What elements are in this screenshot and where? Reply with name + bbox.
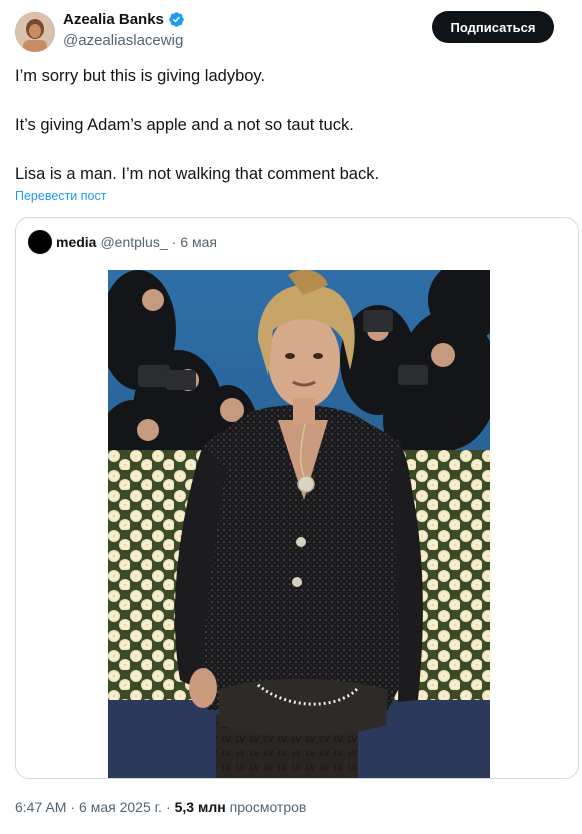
quoted-tweet-header: media @entplus_ · 6 мая	[56, 234, 217, 250]
quoted-author-handle[interactable]: @entplus_	[100, 234, 167, 250]
separator-dot: ·	[70, 799, 76, 815]
quoted-author-name[interactable]: media	[56, 234, 96, 250]
separator-dot: ·	[171, 234, 177, 250]
tweet-date[interactable]: 6 мая 2025 г.	[79, 799, 162, 815]
separator-dot: ·	[165, 799, 171, 815]
author-handle[interactable]: @azealiaslacewig	[63, 32, 183, 49]
quoted-tweet[interactable]: media @entplus_ · 6 мая	[15, 217, 579, 779]
subscribe-button[interactable]: Подписаться	[432, 11, 554, 43]
quoted-author-avatar[interactable]	[28, 230, 52, 254]
verified-badge-icon	[169, 12, 184, 27]
quoted-tweet-photo[interactable]: LV	[108, 270, 490, 778]
author-name[interactable]: Azealia Banks	[63, 11, 185, 28]
tweet-meta: 6:47 AM · 6 мая 2025 г. · 5,3 млн просмо…	[15, 799, 306, 815]
quoted-tweet-date[interactable]: 6 мая	[180, 234, 217, 250]
views-label: просмотров	[229, 799, 307, 815]
tweet-paragraph: I’m sorry but this is giving ladyboy.	[15, 67, 266, 85]
author-name-text[interactable]: Azealia Banks	[63, 11, 164, 28]
views-count[interactable]: 5,3 млн	[175, 799, 226, 815]
translate-post-link[interactable]: Перевести пост	[15, 189, 106, 203]
tweet-time[interactable]: 6:47 AM	[15, 799, 66, 815]
author-avatar[interactable]	[15, 12, 55, 52]
tweet-paragraph: Lisa is a man. I’m not walking that comm…	[15, 165, 380, 183]
tweet-paragraph: It’s giving Adam’s apple and a not so ta…	[15, 116, 354, 134]
